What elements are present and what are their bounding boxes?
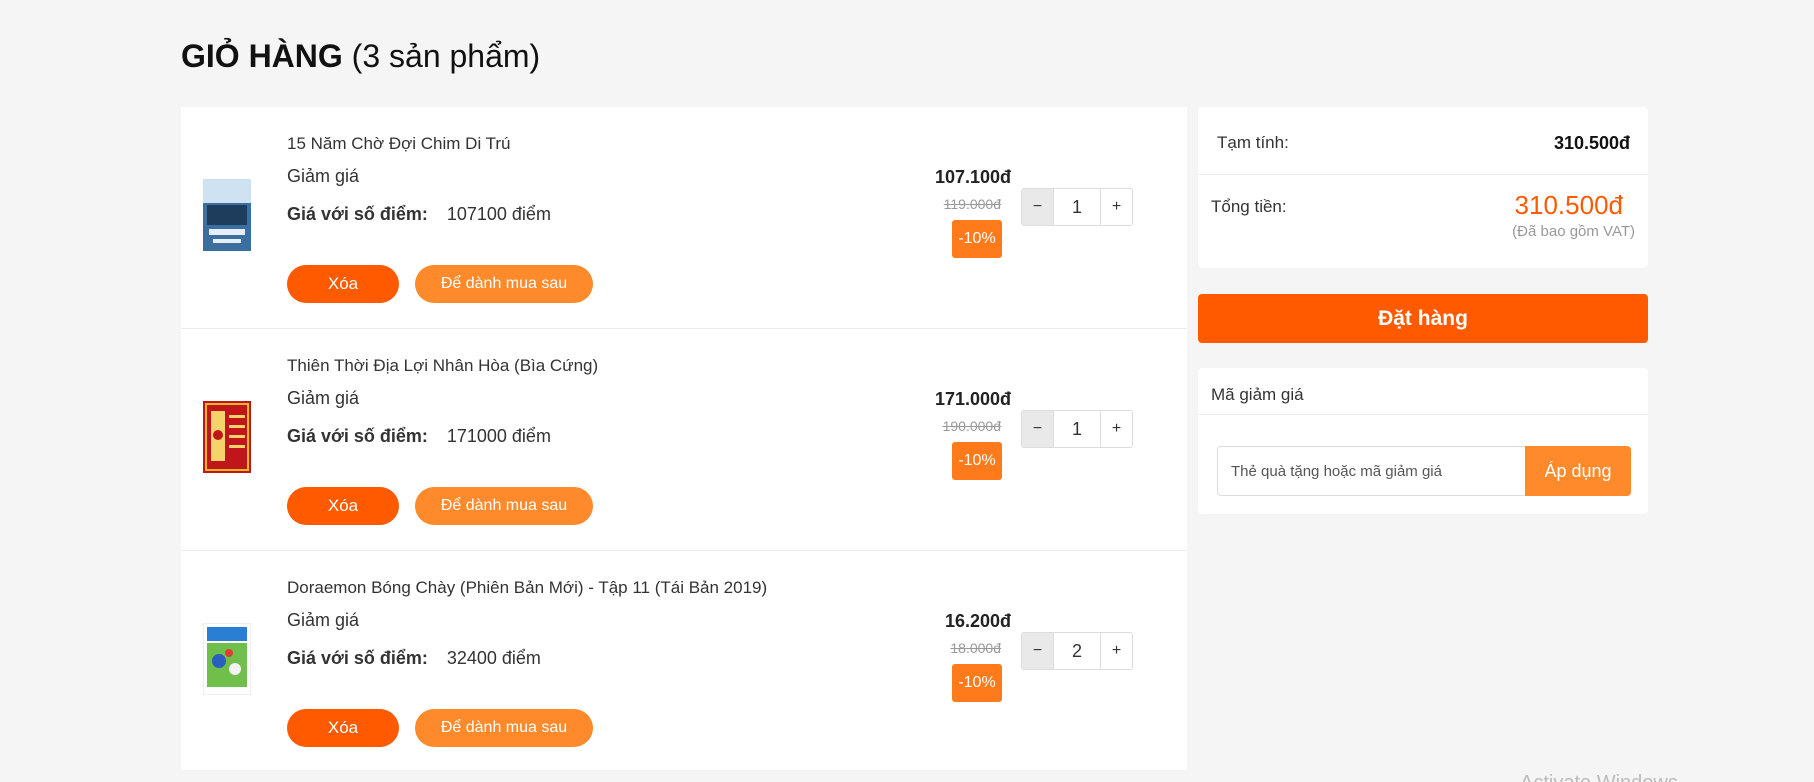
cart-count: (3 sản phẩm)	[351, 38, 541, 74]
quantity-input[interactable]: 1	[1054, 411, 1100, 447]
decrease-quantity-button[interactable]: −	[1022, 633, 1054, 669]
activate-windows-watermark: Activate Windows	[1520, 772, 1678, 782]
subtotal-label: Tạm tính:	[1217, 133, 1289, 152]
delete-button[interactable]: Xóa	[287, 709, 399, 747]
points-label: Giá với số điểm:	[287, 648, 428, 668]
total-label: Tổng tiền:	[1211, 197, 1287, 216]
page-title: GIỎ HÀNG (3 sản phẩm)	[181, 38, 540, 75]
quantity-input[interactable]: 1	[1054, 189, 1100, 225]
quantity-stepper: − 2 +	[1021, 632, 1133, 670]
coupon-divider	[1198, 414, 1648, 415]
subtotal-row: Tạm tính: 310.500đ	[1198, 107, 1648, 175]
total-value: 310.500đ	[1514, 190, 1623, 220]
cart-title: GIỎ HÀNG	[181, 38, 343, 74]
original-price: 18.000đ	[950, 640, 1001, 656]
vat-note: (Đã bao gồm VAT)	[1512, 223, 1635, 240]
place-order-button[interactable]: Đặt hàng	[1198, 294, 1648, 343]
current-price: 171.000đ	[934, 389, 1011, 409]
save-for-later-button[interactable]: Để dành mua sau	[415, 487, 593, 525]
product-name[interactable]: Thiên Thời Địa Lợi Nhân Hòa (Bìa Cứng)	[287, 356, 598, 376]
original-price: 119.000đ	[943, 196, 1001, 212]
points-label: Giá với số điểm:	[287, 204, 428, 224]
cart-item: Thiên Thời Địa Lợi Nhân Hòa (Bìa Cứng) G…	[181, 329, 1187, 551]
discount-label: Giảm giá	[287, 166, 360, 186]
product-thumbnail[interactable]	[203, 623, 251, 695]
points-value: 32400 điểm	[446, 648, 541, 668]
cart-item: 15 Năm Chờ Đợi Chim Di Trú Giảm giá Giá …	[181, 107, 1187, 329]
quantity-stepper: − 1 +	[1021, 410, 1133, 448]
product-thumbnail[interactable]	[203, 401, 251, 473]
increase-quantity-button[interactable]: +	[1100, 411, 1132, 447]
quantity-stepper: − 1 +	[1021, 188, 1133, 226]
coupon-input[interactable]	[1217, 446, 1525, 496]
discount-label: Giảm giá	[287, 610, 360, 630]
delete-button[interactable]: Xóa	[287, 265, 399, 303]
coupon-title: Mã giảm giá	[1211, 385, 1304, 404]
product-name[interactable]: Doraemon Bóng Chày (Phiên Bản Mới) - Tập…	[287, 578, 767, 598]
discount-badge: -10%	[952, 664, 1002, 702]
current-price: 16.200đ	[944, 611, 1011, 631]
decrease-quantity-button[interactable]: −	[1022, 189, 1054, 225]
points-price: Giá với số điểm: 107100 điểm	[287, 204, 551, 225]
discount-label: Giảm giá	[287, 388, 360, 408]
points-price: Giá với số điểm: 171000 điểm	[287, 426, 551, 447]
delete-button[interactable]: Xóa	[287, 487, 399, 525]
cart-list: 15 Năm Chờ Đợi Chim Di Trú Giảm giá Giá …	[181, 107, 1187, 770]
quantity-input[interactable]: 2	[1054, 633, 1100, 669]
discount-badge: -10%	[952, 442, 1002, 480]
order-summary: Tạm tính: 310.500đ Tổng tiền: 310.500đ (…	[1198, 107, 1648, 268]
current-price: 107.100đ	[934, 167, 1011, 187]
points-value: 107100 điểm	[446, 204, 551, 224]
save-for-later-button[interactable]: Để dành mua sau	[415, 709, 593, 747]
price-block: 171.000đ 190.000đ -10%	[881, 389, 1011, 480]
cart-item: Doraemon Bóng Chày (Phiên Bản Mới) - Tập…	[181, 551, 1187, 773]
decrease-quantity-button[interactable]: −	[1022, 411, 1054, 447]
subtotal-value: 310.500đ	[1553, 133, 1630, 153]
price-block: 107.100đ 119.000đ -10%	[881, 167, 1011, 258]
save-for-later-button[interactable]: Để dành mua sau	[415, 265, 593, 303]
increase-quantity-button[interactable]: +	[1100, 189, 1132, 225]
product-name[interactable]: 15 Năm Chờ Đợi Chim Di Trú	[287, 134, 511, 154]
points-price: Giá với số điểm: 32400 điểm	[287, 648, 541, 669]
points-value: 171000 điểm	[446, 426, 551, 446]
price-block: 16.200đ 18.000đ -10%	[881, 611, 1011, 702]
discount-badge: -10%	[952, 220, 1002, 258]
apply-coupon-button[interactable]: Áp dụng	[1525, 446, 1631, 496]
original-price: 190.000đ	[942, 418, 1001, 434]
product-thumbnail[interactable]	[203, 179, 251, 251]
coupon-panel: Mã giảm giá Áp dụng	[1198, 368, 1648, 514]
increase-quantity-button[interactable]: +	[1100, 633, 1132, 669]
points-label: Giá với số điểm:	[287, 426, 428, 446]
